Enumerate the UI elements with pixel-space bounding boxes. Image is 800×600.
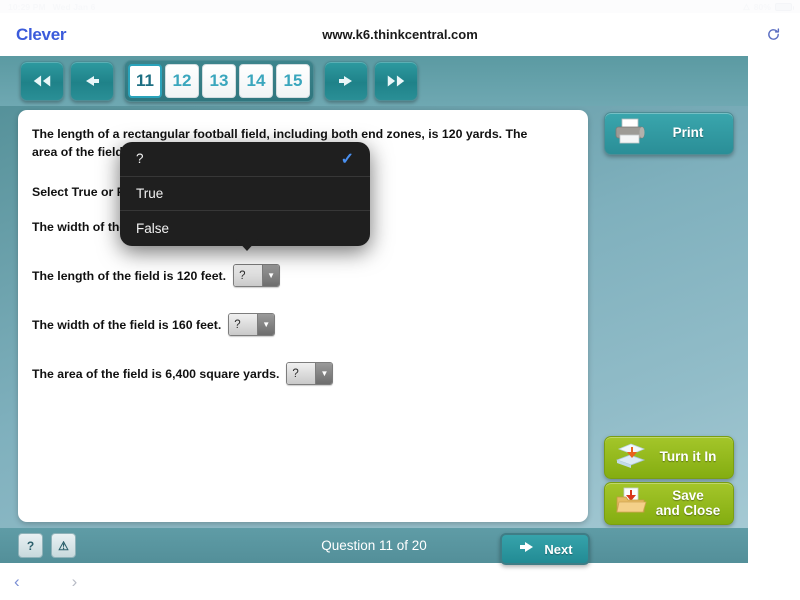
chevron-down-icon: ▼ bbox=[315, 363, 333, 385]
page-button-4[interactable]: 14 bbox=[239, 64, 273, 98]
select-value: ? bbox=[287, 363, 316, 385]
dropdown-option-label: True bbox=[136, 185, 164, 201]
save-and-close-line1: Save bbox=[672, 487, 704, 503]
browser-back-button[interactable]: ‹ bbox=[14, 572, 20, 592]
save-and-close-label: Save and Close bbox=[649, 487, 733, 519]
last-page-button[interactable] bbox=[374, 61, 418, 101]
dropdown-option-label: False bbox=[136, 220, 170, 236]
battery-percent-label: 80% bbox=[753, 1, 771, 12]
statement-row-2: The length of the field is 120 feet. ? ▼ bbox=[32, 264, 588, 288]
true-false-select-3[interactable]: ? ▼ bbox=[228, 313, 276, 337]
browser-forward-button[interactable]: › bbox=[72, 572, 78, 592]
arrow-right-icon bbox=[517, 539, 537, 560]
ios-status-bar: 10:29 PM Wed Jan 6 △ 80% bbox=[0, 0, 800, 13]
true-false-select-4[interactable]: ? ▼ bbox=[286, 362, 334, 386]
dropdown-option-true[interactable]: True bbox=[120, 177, 370, 211]
statement-row-4: The area of the field is 6,400 square ya… bbox=[32, 362, 588, 386]
page-number-label: 12 bbox=[172, 71, 192, 90]
status-time: 10:29 PM bbox=[8, 1, 46, 12]
save-folder-icon bbox=[613, 486, 649, 521]
true-false-dropdown-popup: ? ✓ True False bbox=[120, 142, 370, 246]
turn-it-in-label: Turn it In bbox=[659, 449, 717, 465]
statement-row-3: The width of the field is 160 feet. ? ▼ bbox=[32, 313, 588, 337]
statement-text: The length of the field is 120 feet. bbox=[32, 268, 227, 283]
printer-icon bbox=[613, 117, 649, 150]
clever-logo[interactable]: Clever bbox=[16, 25, 66, 45]
turn-it-in-button[interactable]: Turn it In bbox=[604, 436, 734, 479]
page-number-label: 11 bbox=[136, 71, 154, 90]
address-bar-url[interactable]: www.k6.thinkcentral.com bbox=[0, 27, 800, 42]
page-number-label: 14 bbox=[246, 71, 266, 90]
chevron-down-icon: ▼ bbox=[262, 265, 280, 287]
print-label: Print bbox=[672, 125, 704, 141]
select-value: ? bbox=[234, 265, 263, 287]
turn-in-icon bbox=[613, 441, 649, 474]
dropdown-pointer-tail bbox=[236, 239, 258, 251]
next-button[interactable]: Next bbox=[500, 533, 590, 565]
first-page-button[interactable] bbox=[20, 61, 64, 101]
page-number-label: 13 bbox=[209, 71, 229, 90]
page-button-1[interactable]: 11 bbox=[128, 64, 162, 98]
chevron-down-icon: ▼ bbox=[257, 314, 275, 336]
save-and-close-button[interactable]: Save and Close bbox=[604, 482, 734, 525]
browser-bottom-bar: ‹ › bbox=[0, 563, 800, 600]
wifi-icon: △ bbox=[743, 2, 750, 11]
dropdown-option-unanswered[interactable]: ? ✓ bbox=[120, 142, 370, 177]
page-button-5[interactable]: 15 bbox=[276, 64, 310, 98]
help-button[interactable]: ? bbox=[18, 533, 43, 558]
reload-icon[interactable] bbox=[762, 24, 784, 46]
statement-text: The area of the field is 6,400 square ya… bbox=[32, 366, 280, 381]
page-button-2[interactable]: 12 bbox=[165, 64, 199, 98]
stage-right-margin bbox=[748, 56, 800, 563]
pagination-toolbar: 11 12 13 14 15 bbox=[0, 56, 748, 106]
page-number-group: 11 12 13 14 15 bbox=[124, 60, 314, 102]
next-label: Next bbox=[544, 541, 573, 557]
battery-icon bbox=[775, 2, 794, 11]
select-value: ? bbox=[229, 314, 258, 336]
save-and-close-line2: and Close bbox=[655, 502, 721, 518]
question-counter: Question 11 of 20 bbox=[321, 538, 427, 553]
checkmark-icon: ✓ bbox=[340, 150, 354, 168]
page-button-3[interactable]: 13 bbox=[202, 64, 236, 98]
status-date: Wed Jan 6 bbox=[52, 1, 96, 12]
page-number-label: 15 bbox=[283, 71, 303, 90]
statement-text: The width of the field is 160 feet. bbox=[32, 317, 222, 332]
status-bar-right: △ 80% bbox=[743, 1, 794, 12]
previous-page-button[interactable] bbox=[70, 61, 114, 101]
alert-button[interactable]: ⚠ bbox=[51, 533, 76, 558]
dropdown-option-label: ? bbox=[136, 151, 144, 167]
browser-top-bar: Clever www.k6.thinkcentral.com bbox=[0, 13, 800, 56]
status-bar-left: 10:29 PM Wed Jan 6 bbox=[8, 2, 95, 12]
true-false-select-2[interactable]: ? ▼ bbox=[233, 264, 281, 288]
next-page-button[interactable] bbox=[324, 61, 368, 101]
assessment-footer-bar: ? ⚠ Question 11 of 20 bbox=[0, 528, 748, 563]
print-button[interactable]: Print bbox=[604, 112, 734, 155]
